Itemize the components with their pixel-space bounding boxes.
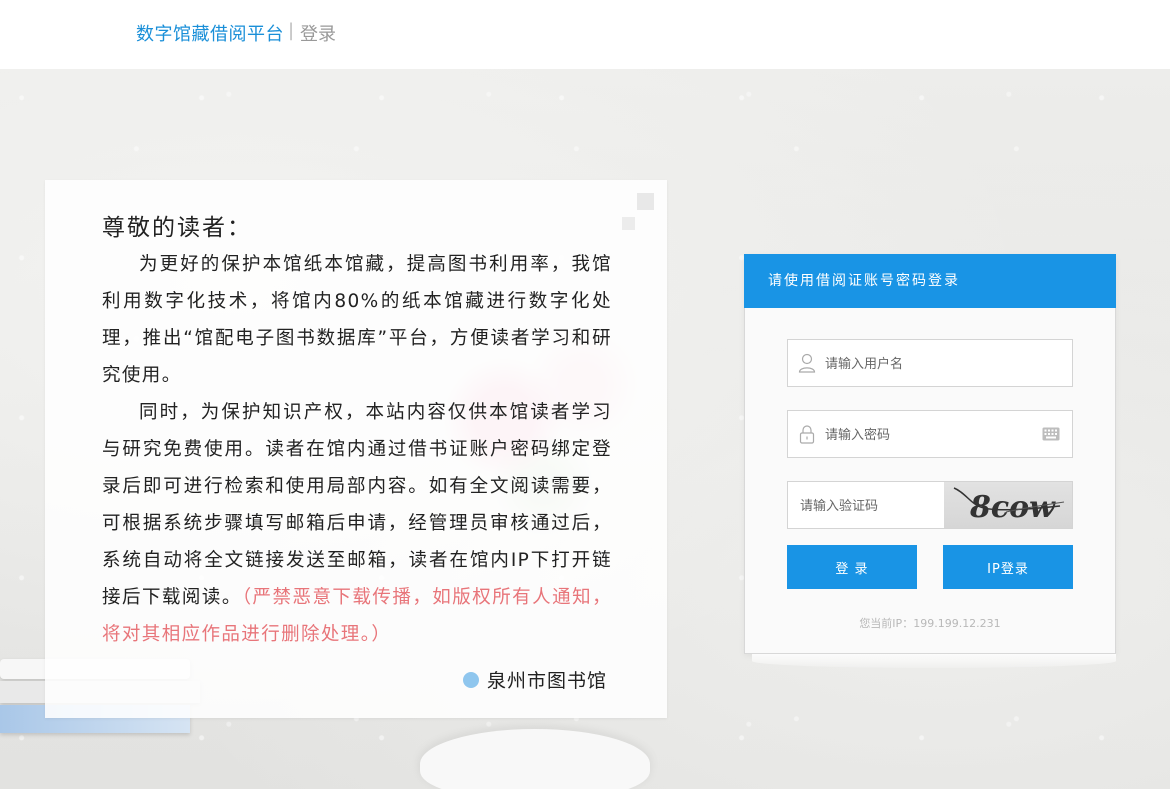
- signature-text: 泉州市图书馆: [486, 670, 607, 692]
- notice-paragraph-2: 同时，为保护知识产权，本站内容仅供本馆读者学习与研究免费使用。读者在馆内通过借书…: [102, 394, 612, 653]
- header-separator: |: [288, 20, 295, 41]
- username-input[interactable]: [823, 340, 1037, 388]
- decor-square: [622, 217, 635, 230]
- lock-icon: [799, 425, 815, 444]
- login-button[interactable]: 登 录: [787, 545, 917, 589]
- captcha-input[interactable]: [798, 482, 942, 530]
- background-cup: [420, 729, 650, 789]
- password-field: [787, 410, 1073, 459]
- current-ip: 您当前IP：199.199.12.231: [745, 615, 1115, 631]
- notice-paragraph-1: 为更好的保护本馆纸本馆藏，提高图书利用率，我馆利用数字化技术，将馆内80%的纸本…: [102, 254, 612, 386]
- captcha-image[interactable]: 8cow: [944, 482, 1072, 528]
- notice-panel: 尊敬的读者： 为更好的保护本馆纸本馆藏，提高图书利用率，我馆利用数字化技术，将馆…: [45, 180, 667, 718]
- notice-signature: 泉州市图书馆: [462, 666, 607, 693]
- circle-icon: [462, 671, 479, 688]
- captcha-field: 8cow: [787, 481, 1073, 530]
- ip-login-button[interactable]: IP登录: [943, 545, 1073, 589]
- login-panel: 请使用借阅证账号密码登录 请输入用户名 请输入验证码 8cow 登 录 IP登录…: [744, 254, 1116, 654]
- notice-body: 为更好的保护本馆纸本馆藏，提高图书利用率，我馆利用数字化技术，将馆内80%的纸本…: [102, 246, 612, 653]
- current-ip-value: 199.199.12.231: [913, 617, 1001, 630]
- current-ip-label: 您当前IP：: [859, 617, 914, 630]
- platform-title[interactable]: 数字馆藏借阅平台: [136, 20, 284, 46]
- notice-title: 尊敬的读者：: [102, 215, 252, 241]
- keyboard-icon[interactable]: [1042, 427, 1060, 441]
- login-heading: 请使用借阅证账号密码登录: [744, 254, 1116, 308]
- top-header: 数字馆藏借阅平台 | 登录: [0, 0, 1170, 69]
- password-input[interactable]: [823, 411, 1037, 459]
- user-icon: [798, 353, 816, 373]
- username-field: [787, 339, 1073, 388]
- header-subtitle: 登录: [300, 24, 336, 45]
- decor-square: [637, 193, 654, 210]
- notice-paragraph-2-text: 同时，为保护知识产权，本站内容仅供本馆读者学习与研究免费使用。读者在馆内通过借书…: [102, 402, 612, 608]
- background-stage: 尊敬的读者： 为更好的保护本馆纸本馆藏，提高图书利用率，我馆利用数字化技术，将馆…: [0, 69, 1170, 789]
- login-panel-shadow: [752, 654, 1116, 668]
